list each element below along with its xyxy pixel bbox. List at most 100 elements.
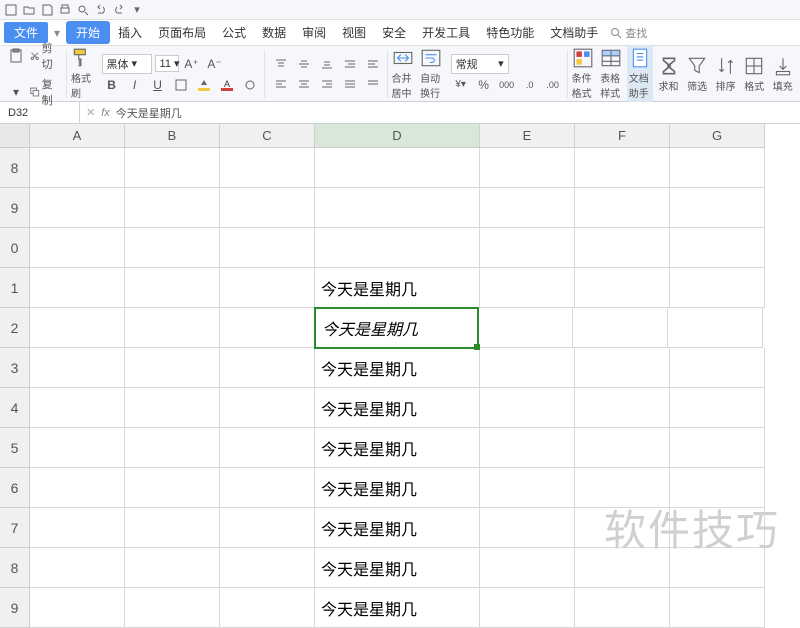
print-icon[interactable] — [58, 3, 72, 17]
col-header[interactable]: E — [480, 124, 575, 148]
cell[interactable] — [125, 348, 220, 388]
cell[interactable] — [480, 348, 575, 388]
font-name-select[interactable]: 黑体▾ — [102, 54, 152, 74]
cell[interactable] — [30, 228, 125, 268]
sort-button[interactable]: 排序 — [712, 53, 739, 95]
fill-color-button[interactable] — [194, 76, 214, 94]
cell[interactable] — [575, 228, 670, 268]
cell[interactable] — [478, 308, 573, 348]
row-header[interactable]: 6 — [0, 468, 30, 508]
col-header[interactable]: G — [670, 124, 765, 148]
col-header[interactable]: F — [575, 124, 670, 148]
wrap-text-button[interactable]: 自动换行 — [418, 45, 445, 102]
cell[interactable] — [670, 348, 765, 388]
row-header[interactable]: 7 — [0, 508, 30, 548]
tab-security[interactable]: 安全 — [374, 22, 414, 43]
cell-reference-box[interactable]: D32 — [0, 102, 80, 123]
cancel-icon[interactable]: ✕ — [86, 106, 95, 119]
cell[interactable] — [670, 468, 765, 508]
search-box[interactable]: 查找 — [610, 25, 647, 41]
cell[interactable] — [575, 588, 670, 628]
cell[interactable] — [575, 508, 670, 548]
align-top-icon[interactable] — [271, 55, 291, 73]
cell[interactable] — [480, 548, 575, 588]
align-middle-icon[interactable] — [294, 55, 314, 73]
row-header[interactable]: 0 — [0, 228, 30, 268]
align-bottom-icon[interactable] — [317, 55, 337, 73]
fill-handle[interactable] — [474, 344, 480, 350]
align-left-icon[interactable] — [271, 75, 291, 93]
cell[interactable] — [30, 308, 125, 348]
align-right-icon[interactable] — [317, 75, 337, 93]
underline-button[interactable]: U — [148, 76, 168, 94]
cell[interactable] — [480, 588, 575, 628]
filter-button[interactable]: 筛选 — [684, 53, 711, 95]
cell[interactable] — [220, 268, 315, 308]
percent-icon[interactable]: % — [474, 76, 494, 94]
increase-font-icon[interactable]: A⁺ — [182, 55, 202, 73]
tab-start[interactable]: 开始 — [66, 21, 110, 44]
cell[interactable] — [670, 268, 765, 308]
col-header[interactable]: C — [220, 124, 315, 148]
cell[interactable] — [315, 188, 480, 228]
merge-center-button[interactable]: 合并居中 — [390, 45, 417, 102]
cell[interactable]: 今天是星期几 — [315, 428, 480, 468]
cell[interactable] — [30, 348, 125, 388]
cell[interactable] — [575, 188, 670, 228]
row-header[interactable]: 4 — [0, 388, 30, 428]
comma-icon[interactable]: 000 — [497, 76, 517, 94]
cell[interactable] — [30, 588, 125, 628]
cell[interactable] — [30, 508, 125, 548]
cell[interactable] — [30, 188, 125, 228]
wrap-icon[interactable] — [240, 76, 260, 94]
cell[interactable] — [220, 508, 315, 548]
cell[interactable] — [220, 468, 315, 508]
fx-label[interactable]: fx — [101, 107, 110, 119]
tab-view[interactable]: 视图 — [334, 22, 374, 43]
cell[interactable] — [125, 508, 220, 548]
indent-right-icon[interactable] — [363, 55, 383, 73]
cell[interactable] — [670, 188, 765, 228]
cell[interactable] — [480, 268, 575, 308]
col-header[interactable]: A — [30, 124, 125, 148]
fill-button[interactable]: 填充 — [769, 53, 796, 95]
tab-formula[interactable]: 公式 — [214, 22, 254, 43]
formula-input[interactable]: 今天是星期几 — [116, 105, 182, 121]
decimal-inc-icon[interactable]: .0 — [520, 76, 540, 94]
distribute-icon[interactable] — [363, 75, 383, 93]
cell[interactable] — [670, 428, 765, 468]
cell[interactable] — [30, 468, 125, 508]
cell[interactable] — [575, 148, 670, 188]
cell[interactable] — [30, 268, 125, 308]
tab-doc-assist[interactable]: 文档助手 — [542, 22, 606, 43]
row-header[interactable]: 1 — [0, 268, 30, 308]
select-all-corner[interactable] — [0, 124, 30, 148]
cell[interactable] — [575, 348, 670, 388]
cell[interactable] — [220, 348, 315, 388]
cell[interactable] — [670, 508, 765, 548]
cell[interactable] — [220, 588, 315, 628]
row-header[interactable]: 5 — [0, 428, 30, 468]
cell[interactable] — [575, 468, 670, 508]
cell[interactable] — [670, 148, 765, 188]
cond-format-button[interactable]: 条件格式 — [570, 45, 597, 102]
row-header[interactable]: 3 — [0, 348, 30, 388]
tab-features[interactable]: 特色功能 — [478, 22, 542, 43]
font-color-button[interactable]: A — [217, 76, 237, 94]
bold-button[interactable]: B — [102, 76, 122, 94]
tab-data[interactable]: 数据 — [254, 22, 294, 43]
cell[interactable] — [220, 148, 315, 188]
table-style-button[interactable]: 表格样式 — [598, 45, 625, 102]
home-icon[interactable] — [4, 3, 18, 17]
cell[interactable] — [670, 388, 765, 428]
undo-icon[interactable] — [94, 3, 108, 17]
redo-icon[interactable] — [112, 3, 126, 17]
save-icon[interactable] — [40, 3, 54, 17]
cell[interactable] — [315, 228, 480, 268]
cell-selected[interactable]: 今天是星期几 — [314, 307, 479, 349]
cell[interactable] — [670, 548, 765, 588]
cell[interactable] — [480, 228, 575, 268]
cell[interactable] — [125, 428, 220, 468]
border-button[interactable] — [171, 76, 191, 94]
cell[interactable] — [220, 188, 315, 228]
